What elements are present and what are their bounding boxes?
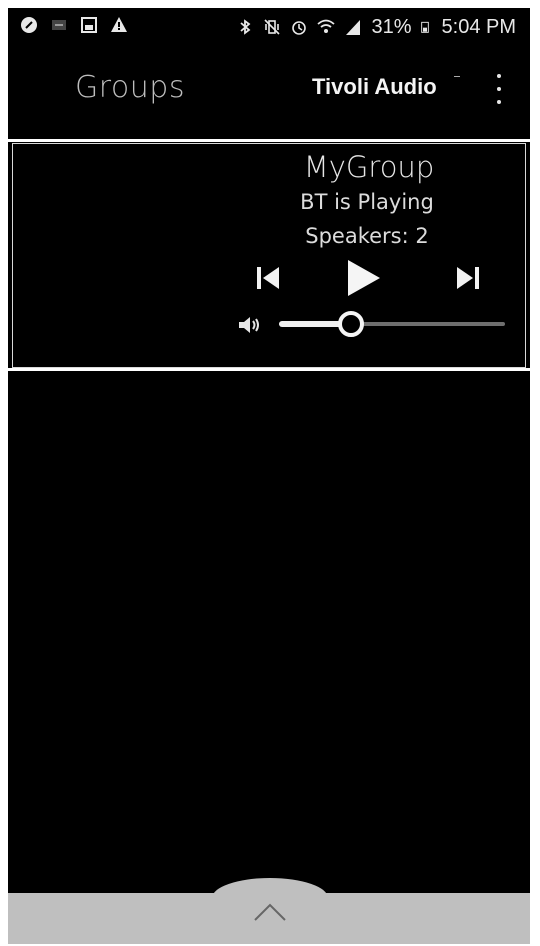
status-bar: 31% 5:04 PM — [8, 8, 530, 48]
clock: 5:04 PM — [441, 16, 516, 38]
trademark-mark — [454, 76, 460, 77]
speakers-count: 2 — [415, 224, 429, 248]
group-status: BT is Playing — [300, 190, 434, 214]
group-name: MyGroup — [303, 150, 435, 184]
notification-icon — [21, 17, 37, 33]
speakers-label: Speakers: — [305, 224, 409, 248]
app-bar-divider — [8, 139, 530, 142]
battery-icon — [420, 21, 429, 33]
brand-logo: Tivoli Audio — [312, 74, 437, 99]
battery-percent: 31% — [371, 16, 412, 38]
vibrate-icon — [264, 19, 281, 35]
play-icon[interactable] — [344, 258, 382, 298]
card-divider — [8, 368, 530, 371]
volume-slider-thumb[interactable] — [338, 311, 365, 337]
signal-icon — [346, 20, 361, 35]
previous-track-icon[interactable] — [255, 264, 281, 292]
page-title: Groups — [75, 70, 185, 105]
wifi-icon — [317, 19, 336, 33]
minus-icon — [52, 20, 66, 30]
group-card[interactable]: MyGroup BT is Playing Speakers: 2 — [12, 143, 526, 368]
warning-icon — [111, 17, 127, 32]
phone-screen: 31% 5:04 PM Groups Tivoli Audio MyGroup … — [8, 8, 530, 944]
status-bar-right: 31% 5:04 PM — [236, 16, 516, 38]
status-bar-left — [20, 16, 128, 34]
image-icon — [81, 17, 97, 33]
volume-icon — [239, 317, 259, 333]
next-track-icon[interactable] — [455, 264, 481, 292]
bluetooth-icon — [240, 19, 251, 35]
group-speakers: Speakers: 2 — [13, 224, 525, 248]
app-bar: Groups Tivoli Audio — [8, 48, 530, 140]
alarm-icon — [292, 21, 307, 35]
chevron-up-icon[interactable] — [252, 901, 288, 923]
overflow-menu-icon[interactable] — [492, 74, 506, 104]
